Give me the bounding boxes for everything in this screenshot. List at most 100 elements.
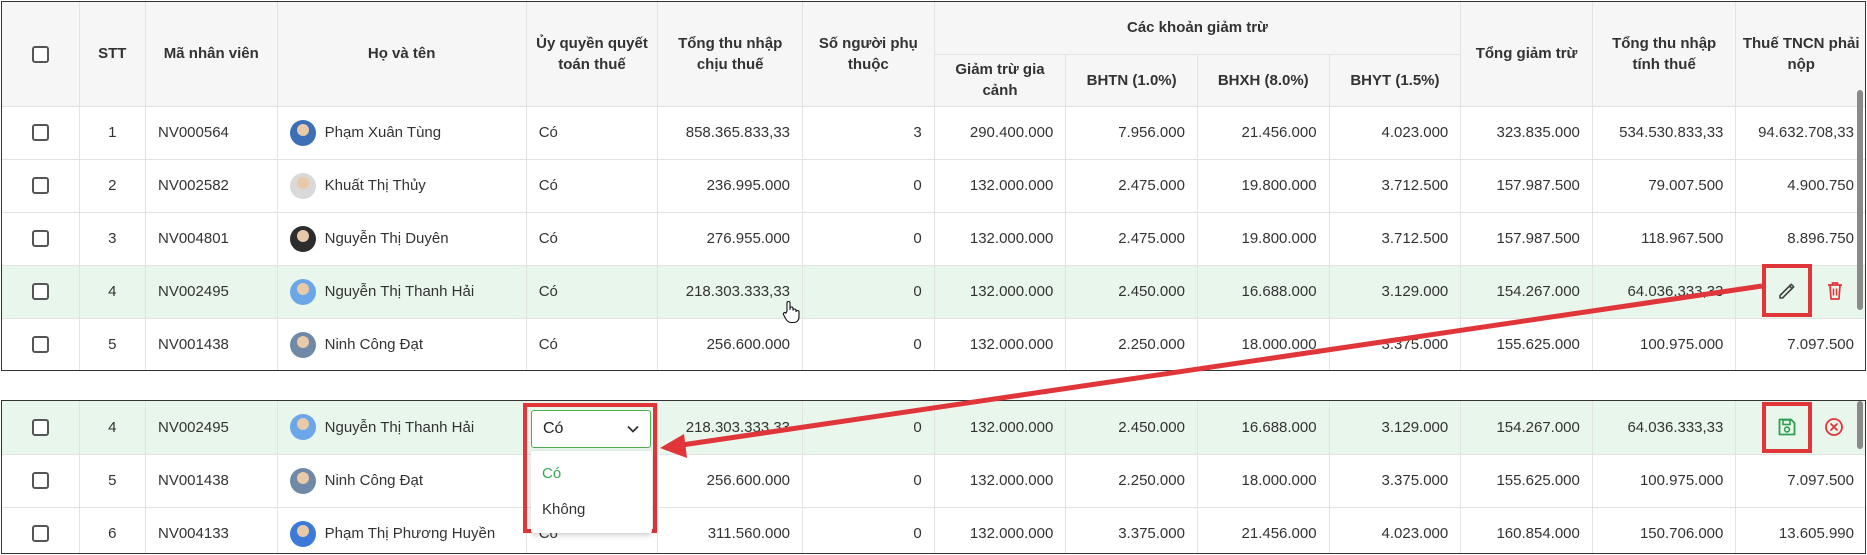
cell-bhxh: 21.456.000 — [1197, 507, 1330, 553]
row-checkbox[interactable] — [31, 230, 49, 248]
row-select-cell — [2, 106, 80, 160]
row-checkbox[interactable] — [31, 525, 49, 543]
cell-ma: NV004133 — [145, 507, 278, 553]
col-bhxh: BHXH (8.0%) — [1197, 54, 1330, 107]
col-group-giam-tru: Các khoản giảm trừ — [934, 2, 1462, 55]
cell-bhtn: 2.475.000 — [1065, 159, 1198, 213]
cell-stt: 2 — [79, 159, 146, 213]
cell-gia-canh: 132.000.000 — [934, 318, 1067, 370]
table-row[interactable]: 5 NV001438 Ninh Công Đạt 256.600.000 0 1… — [2, 454, 1865, 508]
cell-tong-tnt: 118.967.500 — [1592, 212, 1737, 266]
cell-ma: NV002582 — [145, 159, 278, 213]
option-khong[interactable]: Không — [531, 492, 652, 528]
cell-tong-tnt: 100.975.000 — [1592, 318, 1737, 370]
employee-name: Nguyễn Thị Thanh Hải — [324, 418, 475, 436]
cell-ten: Ninh Công Đạt — [277, 318, 527, 370]
cell-gia-canh: 132.000.000 — [934, 401, 1067, 455]
table-row-selected[interactable]: 4 NV002495 Nguyễn Thị Thanh Hải Có 218.3… — [2, 265, 1865, 319]
col-ma-nhan-vien: Mã nhân viên — [145, 2, 278, 107]
employee-name: Ninh Công Đạt — [324, 472, 424, 489]
close-circle-icon[interactable] — [1822, 415, 1846, 439]
cell-bhtn: 3.375.000 — [1065, 507, 1198, 553]
table-row[interactable]: 1 NV000564 Phạm Xuân Tùng Có 858.365.833… — [2, 106, 1865, 160]
cell-tong-tnt: 100.975.000 — [1592, 454, 1737, 508]
save-icon[interactable] — [1775, 415, 1799, 439]
trash-icon[interactable] — [1822, 278, 1848, 304]
tax-table: STT Mã nhân viên Họ và tên Ủy quyền quyế… — [2, 2, 1865, 370]
cell-uy-quyen: Có — [526, 265, 659, 319]
cell-bhxh: 19.800.000 — [1197, 159, 1330, 213]
row-checkbox[interactable] — [31, 419, 49, 437]
cell-tong-tnt: 64.036.333,33 — [1592, 401, 1737, 455]
cell-bhyt: 3.712.500 — [1329, 159, 1462, 213]
table-row[interactable]: 3 NV004801 Nguyễn Thị Duyên Có 276.955.0… — [2, 212, 1865, 266]
cell-uy-quyen: Có — [526, 106, 659, 160]
cell-stt: 1 — [79, 106, 146, 160]
avatar — [289, 172, 316, 199]
row-checkbox[interactable] — [31, 177, 49, 195]
cell-tong-giam-tru: 155.625.000 — [1460, 318, 1593, 370]
cell-tong-thu-nhap: 256.600.000 — [657, 318, 804, 370]
table-row-editing[interactable]: 4 NV002495 Nguyễn Thị Thanh Hải 218.303.… — [2, 401, 1865, 455]
cell-so-nguoi: 0 — [802, 507, 935, 553]
cell-so-nguoi: 0 — [802, 401, 935, 455]
cell-gia-canh: 290.400.000 — [934, 106, 1067, 160]
uy-quyen-select[interactable]: Có — [531, 410, 651, 448]
table-row[interactable]: 2 NV002582 Khuất Thị Thủy Có 236.995.000… — [2, 159, 1865, 213]
cell-tong-thu-nhap: 218.303.333,33 — [657, 265, 804, 319]
col-thue-tncn: Thuế TNCN phải nộp — [1735, 2, 1865, 107]
cell-stt: 4 — [79, 265, 146, 319]
col-bhyt: BHYT (1.5%) — [1329, 54, 1462, 107]
row-checkbox[interactable] — [31, 472, 49, 490]
cell-stt: 6 — [79, 507, 147, 553]
cell-ma: NV000564 — [145, 106, 278, 160]
table-row[interactable]: 6 NV004133 Phạm Thị Phương Huyền Có 311.… — [2, 507, 1865, 553]
select-all-checkbox[interactable] — [31, 45, 49, 63]
vertical-scrollbar[interactable] — [1857, 401, 1863, 449]
cell-bhtn: 2.475.000 — [1065, 212, 1198, 266]
cell-bhyt: 3.375.000 — [1329, 318, 1462, 370]
cell-bhyt: 4.023.000 — [1329, 507, 1462, 553]
cell-gia-canh: 132.000.000 — [934, 265, 1067, 319]
cell-ten: Ninh Công Đạt — [277, 454, 527, 508]
row-select-cell — [2, 507, 80, 553]
col-uy-quyen: Ủy quyền quyết toán thuế — [526, 2, 659, 107]
cell-bhxh: 19.800.000 — [1197, 212, 1330, 266]
cell-tong-thu-nhap: 256.600.000 — [657, 454, 804, 508]
cell-ten: Nguyễn Thị Thanh Hải — [277, 401, 527, 455]
uy-quyen-options: Có Không — [531, 451, 652, 533]
row-checkbox[interactable] — [31, 124, 49, 142]
cell-bhyt: 3.129.000 — [1329, 401, 1462, 455]
vertical-scrollbar[interactable] — [1857, 90, 1863, 310]
table-row[interactable]: 5 NV001438 Ninh Công Đạt Có 256.600.000 … — [2, 318, 1865, 370]
hand-cursor-icon — [782, 300, 800, 328]
row-checkbox[interactable] — [31, 283, 49, 301]
cell-ma: NV002495 — [145, 401, 278, 455]
cell-bhxh: 16.688.000 — [1197, 401, 1330, 455]
cell-tong-thu-nhap: 276.955.000 — [657, 212, 804, 266]
cell-thue: 94.632.708,33 — [1735, 106, 1865, 160]
cell-uy-quyen: Có — [526, 159, 659, 213]
select-value: Có — [543, 420, 564, 437]
cell-tong-giam-tru: 154.267.000 — [1460, 401, 1593, 455]
employee-name: Phạm Xuân Tùng — [324, 124, 442, 141]
pencil-icon[interactable] — [1774, 278, 1800, 304]
cell-ma: NV004801 — [145, 212, 278, 266]
cell-tong-giam-tru: 160.854.000 — [1460, 507, 1593, 553]
row-checkbox[interactable] — [31, 336, 49, 354]
cell-ten: Phạm Thị Phương Huyền — [277, 507, 527, 553]
cell-bhtn: 2.250.000 — [1065, 454, 1198, 508]
col-ho-ten: Họ và tên — [277, 2, 527, 107]
avatar — [289, 119, 316, 146]
avatar — [289, 414, 316, 441]
employee-name: Nguyễn Thị Thanh Hải — [324, 283, 475, 300]
cell-so-nguoi: 0 — [802, 265, 935, 319]
cell-ten: Phạm Xuân Tùng — [277, 106, 527, 160]
cell-stt: 5 — [79, 454, 147, 508]
option-co[interactable]: Có — [531, 456, 652, 492]
cell-bhxh: 16.688.000 — [1197, 265, 1330, 319]
payroll-table-panel: STT Mã nhân viên Họ và tên Ủy quyền quyế… — [1, 1, 1866, 371]
cell-bhtn: 2.450.000 — [1065, 265, 1198, 319]
cell-tong-tnt: 534.530.833,33 — [1592, 106, 1737, 160]
cell-ten: Nguyễn Thị Duyên — [277, 212, 527, 266]
